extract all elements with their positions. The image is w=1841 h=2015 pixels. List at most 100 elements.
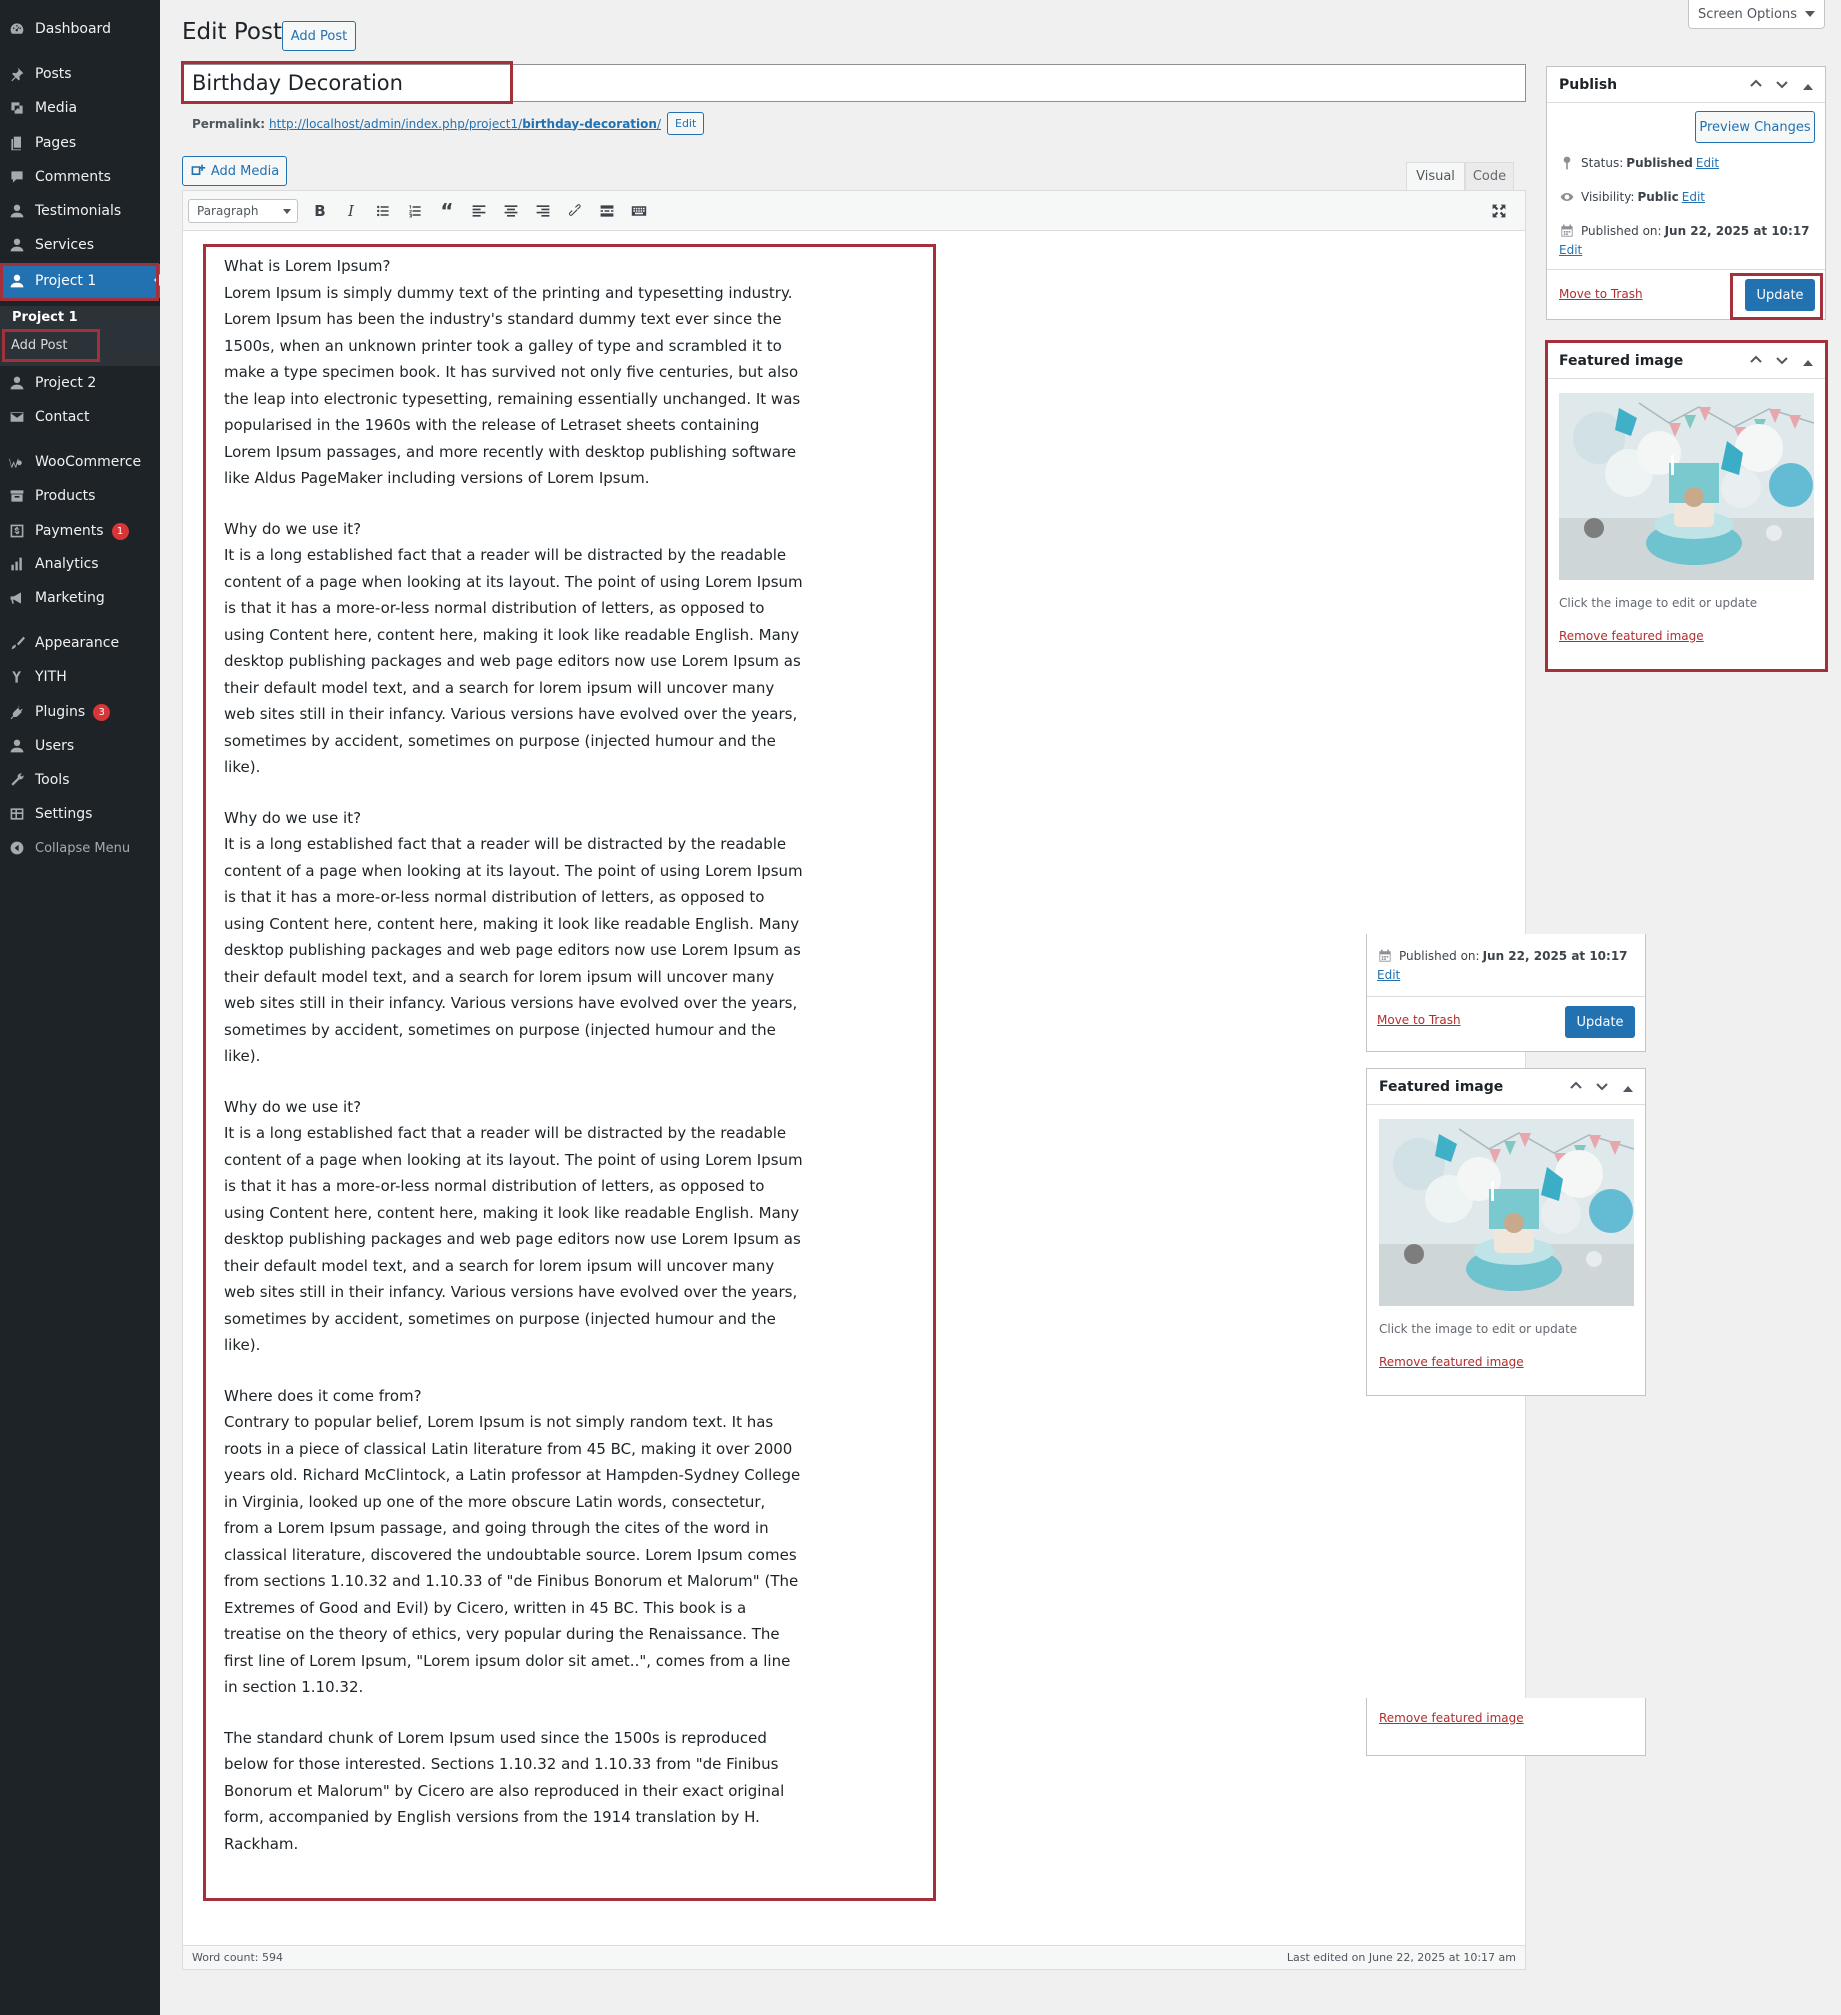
update-button[interactable]: Update bbox=[1565, 1006, 1635, 1038]
publish-header: Publish bbox=[1547, 67, 1825, 103]
yith-icon bbox=[8, 668, 26, 686]
link-icon[interactable] bbox=[564, 200, 586, 222]
move-down-icon[interactable] bbox=[1773, 351, 1791, 369]
numbered-list-icon[interactable] bbox=[404, 200, 426, 222]
read-more-icon[interactable] bbox=[596, 200, 618, 222]
sidebar-item-settings[interactable]: Settings bbox=[0, 799, 160, 829]
submenu-heading[interactable]: Project 1 bbox=[12, 310, 78, 325]
content-paragraph: Where does it come from? Contrary to pop… bbox=[224, 1386, 801, 1697]
content-paragraph: Why do we use it? It is a long establish… bbox=[224, 519, 803, 777]
align-right-icon[interactable] bbox=[532, 200, 554, 222]
screen-options-button[interactable]: Screen Options bbox=[1688, 0, 1825, 29]
content-paragraph: Why do we use it? It is a long establish… bbox=[224, 808, 803, 1066]
permalink-edit-button[interactable]: Edit bbox=[667, 112, 705, 135]
remove-featured-image-link[interactable]: Remove featured image bbox=[1379, 1355, 1524, 1369]
publish-title: Publish bbox=[1559, 76, 1618, 93]
sidebar-item-users[interactable]: Users bbox=[0, 731, 160, 761]
sidebar-item-media[interactable]: Media bbox=[0, 93, 160, 123]
sidebar-item-services[interactable]: Services bbox=[0, 230, 160, 260]
remove-featured-image-link[interactable]: Remove featured image bbox=[1379, 1711, 1524, 1725]
sidebar-item-comments[interactable]: Comments bbox=[0, 162, 160, 192]
active-menu-pointer bbox=[154, 272, 162, 288]
tab-visual[interactable]: Visual bbox=[1406, 162, 1465, 190]
sidebar-item-contact[interactable]: Contact bbox=[0, 402, 160, 432]
toolbar-toggle-icon[interactable] bbox=[628, 200, 650, 222]
user-icon bbox=[8, 737, 26, 755]
toggle-panel-icon[interactable] bbox=[1799, 75, 1817, 93]
sidebar-item-appearance[interactable]: Appearance bbox=[0, 628, 160, 658]
bullet-list-icon[interactable] bbox=[372, 200, 394, 222]
content-paragraph: Why do we use it? It is a long establish… bbox=[224, 1097, 803, 1355]
move-down-icon[interactable] bbox=[1593, 1077, 1611, 1095]
eye-icon bbox=[1560, 193, 1574, 201]
published-on-edit-link[interactable]: Edit bbox=[1559, 243, 1582, 257]
sidebar-item-woocommerce[interactable]: WooCommerce bbox=[0, 447, 160, 477]
move-up-icon[interactable] bbox=[1747, 75, 1765, 93]
move-up-icon[interactable] bbox=[1747, 351, 1765, 369]
move-up-icon[interactable] bbox=[1567, 1077, 1585, 1095]
sidebar-item-yith[interactable]: YITH bbox=[0, 662, 160, 692]
align-center-icon[interactable] bbox=[500, 200, 522, 222]
tab-code[interactable]: Code bbox=[1465, 162, 1514, 190]
sidebar-item-dashboard[interactable]: Dashboard bbox=[0, 14, 160, 44]
featured-image-thumbnail[interactable] bbox=[1379, 1119, 1634, 1306]
sidebar-item-tools[interactable]: Tools bbox=[0, 765, 160, 795]
envelope-icon bbox=[8, 408, 26, 426]
bold-icon[interactable]: B bbox=[309, 200, 331, 222]
user-icon bbox=[8, 272, 26, 290]
sidebar-item-products[interactable]: Products bbox=[0, 481, 160, 511]
update-button[interactable]: Update bbox=[1745, 279, 1815, 311]
post-title-input[interactable]: Birthday Decoration bbox=[182, 64, 1526, 102]
blockquote-icon[interactable]: “ bbox=[436, 199, 458, 223]
add-post-button[interactable]: Add Post bbox=[282, 21, 356, 51]
visibility-edit-link[interactable]: Edit bbox=[1682, 190, 1705, 204]
payments-badge: 1 bbox=[111, 522, 129, 540]
permalink-label: Permalink: bbox=[192, 116, 266, 131]
archive-icon bbox=[8, 487, 26, 505]
move-down-icon[interactable] bbox=[1773, 75, 1791, 93]
sidebar-collapse-menu[interactable]: Collapse Menu bbox=[0, 833, 160, 863]
editor-status-bar: Word count: 594 Last edited on June 22, … bbox=[183, 1945, 1525, 1969]
move-to-trash-link[interactable]: Move to Trash bbox=[1559, 287, 1643, 301]
format-select[interactable]: Paragraph bbox=[188, 199, 298, 223]
status-edit-link[interactable]: Edit bbox=[1696, 156, 1719, 170]
dashboard-icon bbox=[8, 20, 26, 38]
move-to-trash-link[interactable]: Move to Trash bbox=[1377, 1013, 1461, 1027]
dollar-icon bbox=[8, 522, 26, 540]
preview-changes-button[interactable]: Preview Changes bbox=[1695, 111, 1815, 143]
published-on-edit-link[interactable]: Edit bbox=[1377, 968, 1400, 982]
pushpin-icon bbox=[8, 65, 26, 83]
align-left-icon[interactable] bbox=[468, 200, 490, 222]
sidebar-item-plugins[interactable]: Plugins 3 bbox=[0, 697, 160, 727]
editor-toolbar: Paragraph B I “ bbox=[183, 191, 1525, 231]
featured-image-thumbnail[interactable] bbox=[1559, 393, 1814, 580]
content-paragraph: What is Lorem Ipsum? Lorem Ipsum is simp… bbox=[224, 257, 801, 487]
italic-icon[interactable]: I bbox=[340, 200, 362, 222]
user-icon bbox=[8, 374, 26, 392]
add-media-icon bbox=[191, 164, 206, 175]
sidebar-item-payments[interactable]: Payments 1 bbox=[0, 516, 160, 546]
toggle-panel-icon[interactable] bbox=[1799, 351, 1817, 369]
remove-featured-image-link[interactable]: Remove featured image bbox=[1559, 629, 1704, 643]
pages-icon bbox=[8, 134, 26, 152]
permalink-link[interactable]: http://localhost/admin/index.php/project… bbox=[269, 117, 661, 131]
featured-image-remnant: Remove featured image bbox=[1366, 1698, 1646, 1756]
caret-down-icon bbox=[1805, 11, 1815, 17]
sidebar-item-project-2[interactable]: Project 2 bbox=[0, 368, 160, 398]
fullscreen-icon[interactable] bbox=[1488, 200, 1510, 222]
format-select-value: Paragraph bbox=[197, 204, 259, 218]
sidebar-item-marketing[interactable]: Marketing bbox=[0, 583, 160, 613]
submenu-item-add-post[interactable]: Add Post bbox=[11, 338, 68, 353]
caret-down-icon bbox=[283, 209, 291, 214]
editor-content[interactable]: What is Lorem Ipsum? Lorem Ipsum is simp… bbox=[224, 253, 804, 1881]
status-row: Status: Published Edit bbox=[1559, 155, 1719, 171]
sidebar-item-testimonials[interactable]: Testimonials bbox=[0, 196, 160, 226]
post-editor: Paragraph B I “ What is Lorem Ipsum? Lor… bbox=[182, 190, 1526, 1970]
toggle-panel-icon[interactable] bbox=[1619, 1077, 1637, 1095]
sidebar-item-analytics[interactable]: Analytics bbox=[0, 549, 160, 579]
megaphone-icon bbox=[8, 589, 26, 607]
add-media-button[interactable]: Add Media bbox=[182, 156, 287, 186]
sidebar-item-pages[interactable]: Pages bbox=[0, 128, 160, 158]
sidebar-item-project-1[interactable]: Project 1 bbox=[0, 264, 160, 298]
sidebar-item-posts[interactable]: Posts bbox=[0, 59, 160, 89]
